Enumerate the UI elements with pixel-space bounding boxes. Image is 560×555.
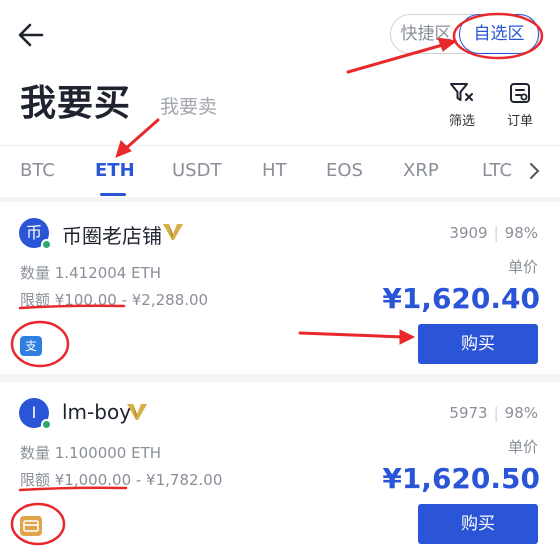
stats-separator: | (493, 224, 499, 242)
tab-ht[interactable]: HT (262, 160, 287, 181)
completion-rate: 98% (504, 224, 538, 242)
chevron-right-icon[interactable] (527, 160, 541, 182)
tab-ltc[interactable]: LTC (482, 160, 512, 181)
limit-range: 限额 ¥100.00 - ¥2,288.00 (20, 291, 209, 309)
quick-zone-tab[interactable]: 快捷区 (393, 15, 459, 53)
sell-annotation: 我要卖 (160, 96, 218, 118)
coin-tabs: BTC ETH USDT HT EOS XRP LTC (0, 145, 560, 197)
avatar-char: I (31, 403, 37, 422)
unit-price: ¥1,620.40 (382, 282, 540, 315)
orders-icon (510, 83, 530, 103)
unit-price-label: 单价 (507, 438, 538, 456)
tab-eth[interactable]: ETH (95, 160, 135, 181)
listing-card: 币 币圈老店铺 3909 | 98% 数量 1.412004 ETH 单价 限额 ¥… (0, 202, 560, 374)
merchant-name[interactable]: 币圈老店铺 (62, 220, 162, 249)
header: 快捷区 自选区 我要买 我要卖 筛选 订单 (0, 0, 560, 145)
quantity: 数量 1.100000 ETH (20, 444, 162, 462)
tab-usdt[interactable]: USDT (172, 160, 221, 181)
limit-range: 限额 ¥1,000.00 - ¥1,782.00 (20, 471, 223, 489)
merchant-stats: 5973 | 98% (449, 404, 538, 422)
online-status-dot (41, 239, 52, 250)
favorites-zone-tab[interactable]: 自选区 (459, 14, 539, 54)
merchant-name[interactable]: lm-boy (62, 400, 131, 424)
avatar: I (19, 398, 52, 430)
filter-button[interactable]: 筛选 (442, 82, 482, 129)
completion-rate: 98% (504, 404, 538, 422)
stats-separator: | (493, 404, 499, 422)
filter-label: 筛选 (448, 114, 475, 129)
buy-button[interactable]: 购买 (418, 324, 538, 364)
quantity: 数量 1.412004 ETH (20, 264, 162, 282)
order-count: 5973 (449, 404, 488, 422)
avatar: 币 (19, 218, 52, 250)
orders-button[interactable]: 订单 (500, 82, 540, 129)
buy-button[interactable]: 购买 (418, 504, 538, 544)
back-arrow-icon[interactable] (16, 20, 46, 50)
alipay-icon: 支 (20, 336, 42, 356)
card-glyph-icon (23, 520, 39, 532)
listing-card: I lm-boy 5973 | 98% 数量 1.100000 ETH 单价 限额 … (0, 382, 560, 555)
active-tab-indicator (100, 193, 126, 196)
merchant-stats: 3909 | 98% (449, 224, 538, 242)
bank-card-icon (20, 516, 42, 536)
unit-price-label: 单价 (507, 258, 538, 276)
orders-label: 订单 (506, 114, 533, 129)
tab-eos[interactable]: EOS (326, 160, 363, 181)
tab-xrp[interactable]: XRP (403, 160, 439, 181)
online-status-dot (41, 419, 52, 430)
zone-toggle: 快捷区 自选区 (390, 14, 540, 54)
verified-merchant-icon (127, 404, 147, 420)
order-count: 3909 (449, 224, 488, 242)
avatar-char: 币 (25, 223, 42, 242)
verified-merchant-icon (163, 224, 183, 240)
tab-btc[interactable]: BTC (20, 160, 55, 181)
filter-icon (450, 83, 473, 101)
page-title: 我要买 (20, 83, 132, 124)
unit-price: ¥1,620.50 (382, 462, 540, 495)
